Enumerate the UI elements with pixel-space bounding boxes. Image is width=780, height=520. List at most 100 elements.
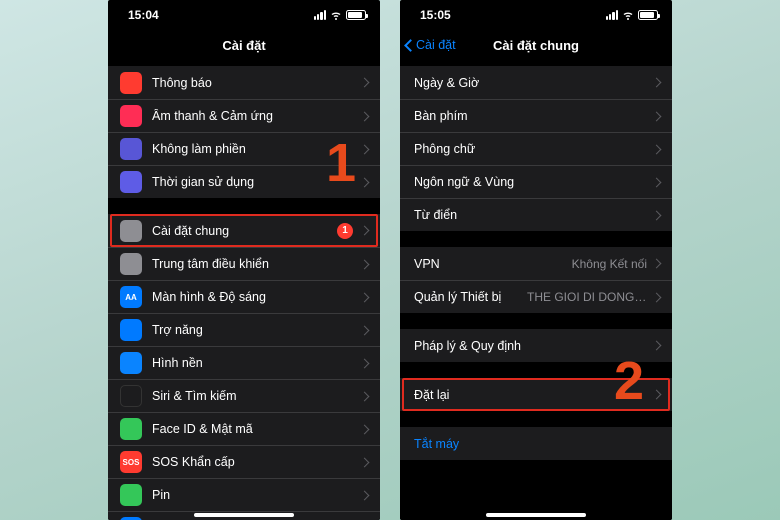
cell-signal-icon (314, 10, 326, 20)
row-thong-bao[interactable]: Thông báo (108, 66, 380, 99)
row-label: Thông báo (152, 76, 361, 90)
status-indicators (606, 9, 658, 21)
row-label: Cài đặt chung (152, 224, 337, 238)
battery-icon (638, 10, 658, 20)
siri-icon (120, 385, 142, 407)
row-quan-ly-thiet-bi[interactable]: Quản lý Thiết bịTHE GIOI DI DONG JOI... (400, 280, 672, 313)
chevron-right-icon (360, 358, 370, 368)
chevron-right-icon (360, 457, 370, 467)
row-label: Phông chữ (414, 142, 653, 156)
row-tu-ien[interactable]: Từ điển (400, 198, 672, 231)
status-bar: 15:05 (400, 0, 672, 30)
chevron-right-icon (360, 490, 370, 500)
row-label: Face ID & Mật mã (152, 422, 361, 436)
row-label: Ngôn ngữ & Vùng (414, 175, 653, 189)
row-label: VPN (414, 257, 572, 271)
chevron-right-icon (652, 292, 662, 302)
controlcenter-icon (120, 253, 142, 275)
row-tat-may[interactable]: Tắt máy (400, 427, 672, 460)
settings-list[interactable]: Thông báo Âm thanh & Cảm ứng Không làm phi… (108, 60, 380, 520)
chevron-right-icon (652, 111, 662, 121)
row-label: Siri & Tìm kiếm (152, 389, 361, 403)
chevron-right-icon (652, 78, 662, 88)
nav-header: Cài đặt (108, 30, 380, 60)
wallpaper-icon (120, 352, 142, 374)
row-pin[interactable]: Pin (108, 478, 380, 511)
row-phong-chu[interactable]: Phông chữ (400, 132, 672, 165)
row-trung-tam-ieu-khien[interactable]: Trung tâm điều khiển (108, 247, 380, 280)
row-at-lai[interactable]: Đặt lại (400, 378, 672, 411)
status-bar: 15:04 (108, 0, 380, 30)
row-ban-phim[interactable]: Bàn phím (400, 99, 672, 132)
row-label: Trợ năng (152, 323, 361, 337)
chevron-right-icon (360, 292, 370, 302)
row-am-thanh-cam-ung[interactable]: Âm thanh & Cảm ứng (108, 99, 380, 132)
notification-badge: 1 (337, 223, 353, 239)
row-face-id-mat-ma[interactable]: Face ID & Mật mã (108, 412, 380, 445)
row-sos-khan-cap[interactable]: SOS SOS Khẩn cấp (108, 445, 380, 478)
page-title: Cài đặt (222, 38, 265, 53)
row-label: Trung tâm điều khiển (152, 257, 361, 271)
battery-icon (346, 10, 366, 20)
row-siri-tim-kiem[interactable]: Siri & Tìm kiếm (108, 379, 380, 412)
row-thoi-gian-su-dung[interactable]: Thời gian sử dụng (108, 165, 380, 198)
clock: 15:04 (128, 8, 159, 22)
chevron-right-icon (652, 341, 662, 351)
row-label: Ngày & Giờ (414, 76, 653, 90)
nav-header: Cài đặt Cài đặt chung (400, 30, 672, 60)
wifi-icon (330, 9, 342, 21)
row-label: Pháp lý & Quy định (414, 339, 653, 353)
row-label: Pin (152, 488, 361, 502)
row-cai-at-chung[interactable]: Cài đặt chung1 (108, 214, 380, 247)
row-phap-ly-quy-inh[interactable]: Pháp lý & Quy định (400, 329, 672, 362)
chevron-right-icon (360, 325, 370, 335)
row-vpn[interactable]: VPNKhông Kết nối (400, 247, 672, 280)
row-value: Không Kết nối (572, 257, 647, 271)
row-khong-lam-phien[interactable]: Không làm phiền (108, 132, 380, 165)
chevron-right-icon (360, 226, 370, 236)
chevron-right-icon (360, 144, 370, 154)
display-icon: AA (120, 286, 142, 308)
row-label: Hình nền (152, 356, 361, 370)
accessibility-icon (120, 319, 142, 341)
row-value: THE GIOI DI DONG JOI... (527, 290, 647, 304)
back-button[interactable]: Cài đặt (406, 30, 456, 60)
row-hinh-nen[interactable]: Hình nền (108, 346, 380, 379)
home-indicator[interactable] (486, 513, 586, 517)
phone-screen-1: 15:04 Cài đặt Thông báo Âm thanh & Cảm ứn… (108, 0, 380, 520)
chevron-right-icon (360, 111, 370, 121)
chevron-right-icon (652, 259, 662, 269)
row-label: Bàn phím (414, 109, 653, 123)
settings-group: Tắt máy (400, 427, 672, 460)
chevron-right-icon (652, 390, 662, 400)
chevron-right-icon (652, 177, 662, 187)
row-label: Đặt lại (414, 388, 653, 402)
general-settings-list[interactable]: Ngày & Giờ Bàn phím Phông chữ Ngôn ngữ & Vù… (400, 60, 672, 520)
sound-icon (120, 105, 142, 127)
row-label: Từ điển (414, 208, 653, 222)
row-man-hinh-o-sang[interactable]: AAMàn hình & Độ sáng (108, 280, 380, 313)
chevron-right-icon (652, 144, 662, 154)
home-indicator[interactable] (194, 513, 294, 517)
row-label: Thời gian sử dụng (152, 175, 361, 189)
row-ngon-ngu-vung[interactable]: Ngôn ngữ & Vùng (400, 165, 672, 198)
chevron-right-icon (360, 78, 370, 88)
chevron-right-icon (360, 259, 370, 269)
settings-group: Ngày & Giờ Bàn phím Phông chữ Ngôn ngữ & Vù… (400, 66, 672, 231)
dnd-icon (120, 138, 142, 160)
settings-group: VPNKhông Kết nốiQuản lý Thiết bịTHE GIOI… (400, 247, 672, 313)
chevron-right-icon (360, 391, 370, 401)
screentime-icon (120, 171, 142, 193)
row-label: Không làm phiền (152, 142, 361, 156)
sos-icon: SOS (120, 451, 142, 473)
settings-group: Thông báo Âm thanh & Cảm ứng Không làm phi… (108, 66, 380, 198)
row-tro-nang[interactable]: Trợ năng (108, 313, 380, 346)
chevron-left-icon (404, 39, 417, 52)
chevron-right-icon (652, 210, 662, 220)
chevron-right-icon (360, 177, 370, 187)
general-icon (120, 220, 142, 242)
row-ngay-gio[interactable]: Ngày & Giờ (400, 66, 672, 99)
row-label: SOS Khẩn cấp (152, 455, 361, 469)
back-label: Cài đặt (416, 38, 456, 52)
status-indicators (314, 9, 366, 21)
